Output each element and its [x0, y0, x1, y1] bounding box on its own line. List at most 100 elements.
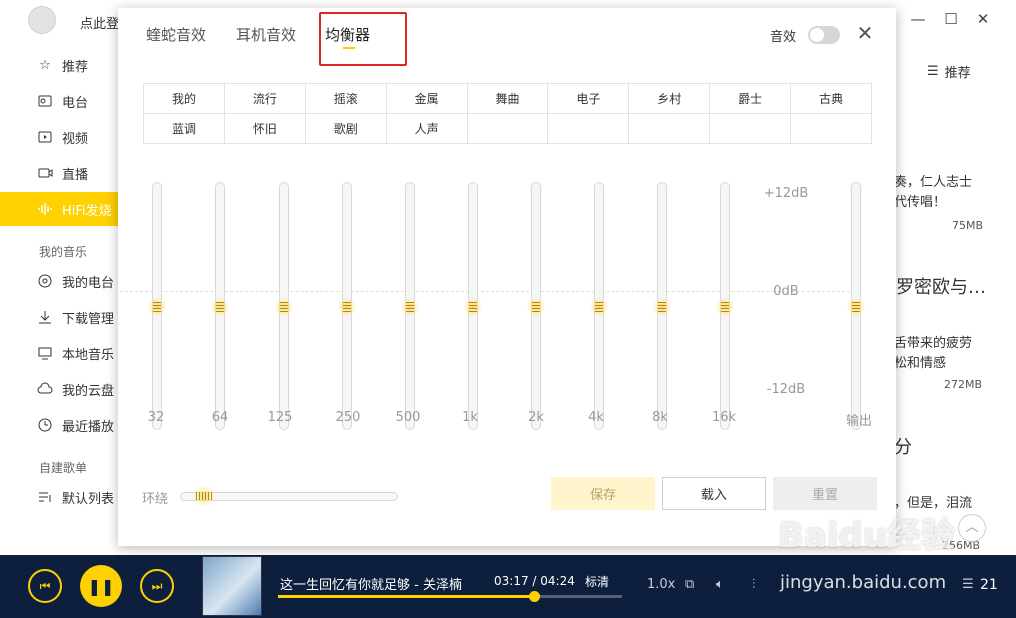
preset-cell[interactable]: 乡村 [629, 84, 711, 114]
scroll-top-icon[interactable]: ︿ [958, 514, 986, 542]
preset-cell[interactable]: 古典 [791, 84, 873, 114]
preset-cell[interactable]: 怀旧 [224, 114, 306, 144]
star-icon: ☆ [39, 57, 51, 73]
close-window-icon[interactable]: ✕ [972, 8, 994, 30]
eq-slider-knob[interactable] [148, 296, 166, 318]
sidebar: ☆ 推荐 电台 视频 直播 HiFi发烧 我的音乐 我的电台 下载管理 本地音乐… [0, 40, 118, 555]
eq-slider-knob[interactable] [653, 296, 671, 318]
sidebar-item-cloud[interactable]: 我的云盘 [0, 374, 118, 404]
sidebar-item-label: HiFi发烧 [62, 203, 112, 219]
tab-headphone-effects[interactable]: 耳机音效 [236, 24, 296, 45]
eq-slider-track[interactable] [527, 182, 545, 430]
eq-slider-knob[interactable] [464, 296, 482, 318]
pause-button[interactable]: ❚❚ [80, 565, 122, 607]
previous-track-button[interactable]: ⏮ [28, 569, 62, 603]
sidebar-item-video[interactable]: 视频 [0, 122, 118, 152]
preset-cell[interactable]: 金属 [386, 84, 468, 114]
eq-slider-knob[interactable] [590, 296, 608, 318]
login-link[interactable]: 点此登 [80, 13, 119, 32]
section-heading-playlists: 自建歌单 [39, 461, 88, 475]
peek-title[interactable]: 分 [894, 433, 912, 459]
eq-slider-track[interactable] [464, 182, 482, 430]
sidebar-item-default-list[interactable]: 默认列表 [0, 482, 118, 512]
output-slider-track[interactable] [847, 182, 865, 430]
peek-text: 奏，仁人志士 [894, 175, 973, 190]
eq-slider-knob[interactable] [275, 296, 293, 318]
speed-control[interactable]: 1.0x [647, 577, 675, 592]
eq-slider-knob[interactable] [527, 296, 545, 318]
playlist-icon[interactable]: ☰ [962, 577, 974, 592]
load-button[interactable]: 载入 [662, 477, 766, 510]
eq-slider-knob[interactable] [211, 296, 229, 318]
frequency-label: 500 [395, 410, 421, 425]
equalizer-icon[interactable]: ⫶ [752, 577, 755, 592]
eq-slider-track[interactable] [590, 182, 608, 430]
sidebar-item-local-music[interactable]: 本地音乐 [0, 338, 118, 368]
frequency-label: 8k [652, 410, 668, 425]
peek-size: 75MB [952, 219, 984, 232]
frequency-label: 125 [267, 410, 293, 425]
output-label: 输出 [845, 414, 872, 429]
eq-slider-knob[interactable] [716, 296, 734, 318]
sidebar-item-recommend[interactable]: ☆ 推荐 [0, 50, 118, 80]
eq-slider-track[interactable] [148, 182, 166, 430]
sidebar-item-live[interactable]: 直播 [0, 158, 118, 188]
quality-selector[interactable]: 标清 [585, 573, 609, 590]
monitor-icon [37, 345, 53, 361]
eq-slider-track[interactable] [275, 182, 293, 430]
output-slider-knob[interactable] [847, 296, 865, 318]
eq-slider-track[interactable] [338, 182, 356, 430]
eq-slider-track[interactable] [211, 182, 229, 430]
song-title[interactable]: 这一生回忆有你就足够 - 关泽楠 [280, 574, 462, 593]
preset-cell[interactable]: 爵士 [710, 84, 792, 114]
album-cover[interactable] [202, 556, 262, 616]
sound-effects-dialog: 蝰蛇音效 耳机音效 均衡器 音效 ✕ 我的 流行 摇滚 金属 舞曲 电子 乡村 爵士 古典 蓝调… [118, 8, 896, 546]
eq-slider-track[interactable] [716, 182, 734, 430]
sidebar-item-downloads[interactable]: 下载管理 [0, 302, 118, 332]
sidebar-item-label: 电台 [62, 95, 89, 111]
peek-size: 272MB [944, 378, 983, 391]
clock-icon [37, 417, 53, 433]
progress-bar[interactable] [278, 591, 622, 602]
sidebar-item-my-radio[interactable]: 我的电台 [0, 266, 118, 296]
sidebar-item-radio[interactable]: 电台 [0, 86, 118, 116]
close-icon[interactable]: ✕ [854, 22, 876, 44]
preset-cell [548, 114, 630, 144]
preset-cell[interactable]: 我的 [144, 84, 225, 114]
frequency-label: 4k [588, 410, 604, 425]
avatar[interactable] [28, 6, 56, 34]
preset-cell[interactable]: 摇滚 [305, 84, 387, 114]
peek-text: 松和情感 [894, 356, 947, 371]
volume-icon[interactable]: 🔈︎ [716, 577, 724, 592]
zero-db-guide [120, 291, 860, 292]
video-icon [37, 129, 53, 145]
save-button[interactable]: 保存 [551, 477, 655, 510]
preset-cell[interactable]: 舞曲 [467, 84, 549, 114]
frequency-label: 32 [147, 410, 165, 425]
reset-button[interactable]: 重置 [773, 477, 877, 510]
playlist-count[interactable]: 21 [980, 577, 998, 593]
content-peek: 奏，仁人志士 代传唱！ 75MB ：罗密欧与… 舌带来的疲劳 松和情感 272M… [876, 40, 1016, 555]
maximize-icon[interactable]: ☐ [940, 8, 962, 30]
sidebar-item-label: 本地音乐 [62, 347, 115, 363]
minimize-icon[interactable]: — [907, 8, 929, 30]
next-track-button[interactable]: ⏭ [140, 569, 174, 603]
preset-cell[interactable]: 蓝调 [144, 114, 225, 144]
progress-knob[interactable] [529, 591, 541, 602]
preset-cell[interactable]: 流行 [224, 84, 306, 114]
watermark-logo: Baidu经验 [778, 516, 956, 556]
mini-mode-icon[interactable]: ⧉ [685, 577, 694, 592]
eq-slider-track[interactable] [653, 182, 671, 430]
tab-viper-effects[interactable]: 蝰蛇音效 [146, 24, 206, 45]
eq-slider-knob[interactable] [401, 296, 419, 318]
preset-cell[interactable]: 歌剧 [305, 114, 387, 144]
cloud-icon [37, 381, 53, 397]
eq-slider-track[interactable] [401, 182, 419, 430]
surround-knob[interactable] [190, 486, 218, 506]
preset-cell[interactable]: 电子 [548, 84, 630, 114]
sidebar-item-recent[interactable]: 最近播放 [0, 410, 118, 440]
eq-slider-knob[interactable] [338, 296, 356, 318]
effects-toggle[interactable] [808, 26, 840, 44]
preset-cell[interactable]: 人声 [386, 114, 468, 144]
sidebar-item-hifi[interactable]: HiFi发烧 [0, 192, 118, 226]
